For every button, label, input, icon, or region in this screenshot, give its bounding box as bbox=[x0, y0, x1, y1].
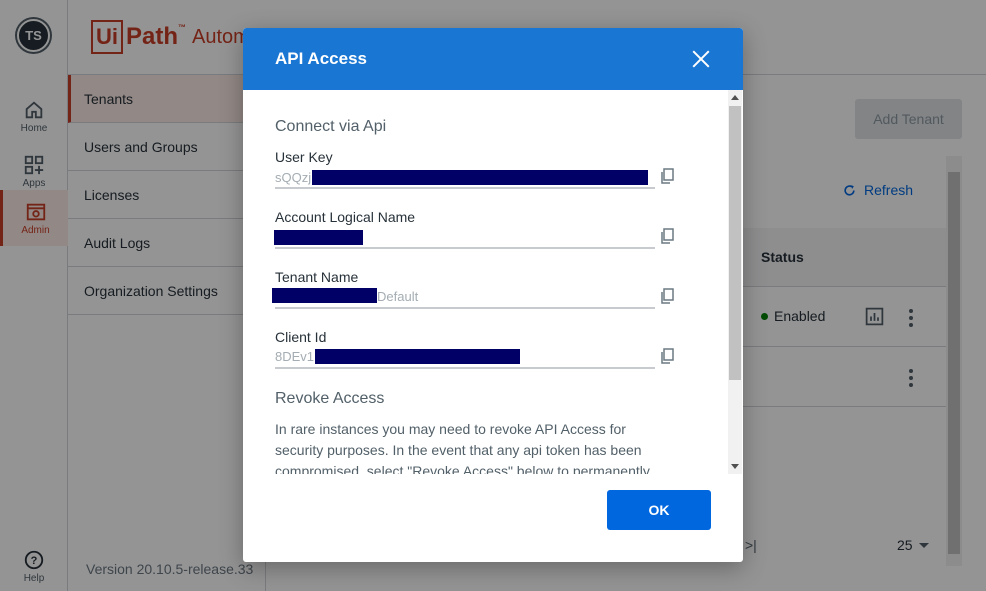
field-value-client-id[interactable]: 8DEv1 bbox=[275, 349, 314, 364]
field-label-user-key: User Key bbox=[275, 149, 333, 165]
copy-icon[interactable] bbox=[659, 288, 675, 305]
dialog-scrollbar[interactable] bbox=[728, 90, 742, 474]
scrollbar-thumb[interactable] bbox=[729, 106, 741, 380]
connect-section-title: Connect via Api bbox=[275, 118, 387, 135]
redaction-bar bbox=[312, 170, 648, 185]
field-label-client-id: Client Id bbox=[275, 329, 327, 345]
dialog-body: Connect via Api User Key sQQzj Account L… bbox=[243, 90, 743, 474]
redaction-bar bbox=[272, 288, 377, 303]
field-label-account-logical-name: Account Logical Name bbox=[275, 209, 416, 225]
api-access-dialog: API Access Connect via Api User Key sQQz… bbox=[243, 28, 743, 562]
field-label-tenant-name: Tenant Name bbox=[275, 269, 359, 285]
copy-icon[interactable] bbox=[659, 348, 675, 365]
scroll-down-icon[interactable] bbox=[731, 464, 739, 469]
field-underline bbox=[275, 307, 655, 309]
dialog-header: API Access bbox=[243, 28, 743, 90]
field-underline bbox=[275, 187, 655, 189]
copy-icon[interactable] bbox=[659, 168, 675, 185]
close-icon[interactable] bbox=[691, 49, 711, 69]
redaction-bar bbox=[274, 230, 363, 245]
ok-button[interactable]: OK bbox=[607, 490, 711, 530]
revoke-description: In rare instances you may need to revoke… bbox=[275, 421, 650, 474]
copy-icon[interactable] bbox=[659, 228, 675, 245]
scroll-up-icon[interactable] bbox=[731, 95, 739, 100]
dialog-title: API Access bbox=[275, 49, 367, 68]
redaction-bar bbox=[315, 349, 520, 364]
field-value-user-key[interactable]: sQQzj bbox=[275, 170, 311, 185]
field-underline bbox=[275, 247, 655, 249]
field-value-tenant-name[interactable]: Default bbox=[377, 289, 418, 304]
field-underline bbox=[275, 367, 655, 369]
revoke-section-title: Revoke Access bbox=[275, 390, 385, 407]
